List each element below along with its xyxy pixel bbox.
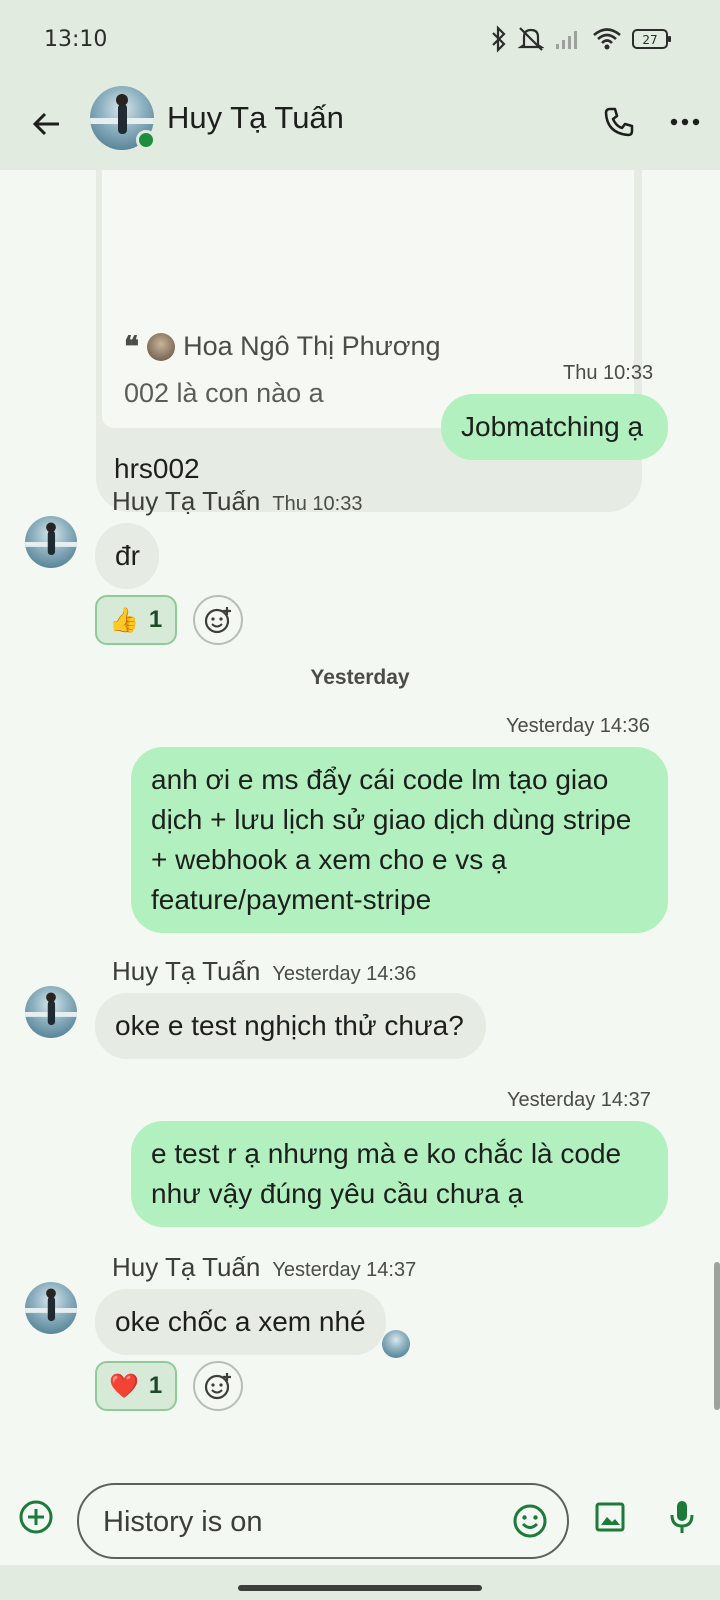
image-button[interactable] bbox=[588, 1495, 632, 1539]
sender-header: Huy Tạ Tuấn Yesterday 14:37 bbox=[112, 1252, 416, 1283]
incoming-message[interactable]: oke e test nghịch thử chưa? bbox=[95, 993, 486, 1059]
arrow-back-icon bbox=[32, 112, 59, 136]
message-timestamp: Yesterday 14:37 bbox=[272, 1259, 417, 1281]
heart-icon: ❤️ bbox=[109, 1372, 139, 1400]
quoted-message[interactable]: ❝ Hoa Ngô Thị Phương 002 là con nào a bbox=[102, 170, 634, 428]
message-text: đr bbox=[115, 540, 140, 571]
svg-text:27: 27 bbox=[642, 33, 657, 47]
wifi-icon bbox=[593, 28, 621, 50]
quoted-text: 002 là con nào a bbox=[124, 378, 324, 408]
message-input-container[interactable] bbox=[77, 1483, 569, 1559]
sender-name: Huy Tạ Tuấn bbox=[112, 1252, 261, 1282]
incoming-message[interactable]: đr bbox=[95, 523, 159, 589]
quoted-author: ❝ Hoa Ngô Thị Phương bbox=[124, 330, 441, 363]
message-timestamp: Thu 10:33 bbox=[272, 493, 363, 515]
sender-avatar[interactable] bbox=[25, 1282, 77, 1334]
contact-name[interactable]: Huy Tạ Tuấn bbox=[167, 100, 344, 136]
message-text: oke e test nghịch thử chưa? bbox=[115, 1010, 464, 1041]
app-bar: Huy Tạ Tuấn bbox=[0, 80, 720, 170]
reaction-chip[interactable]: ❤️ 1 bbox=[95, 1361, 177, 1411]
message-text: anh ơi e ms đẩy cái code lm tạo giao dịc… bbox=[151, 764, 632, 915]
add-reaction-button[interactable] bbox=[193, 595, 243, 645]
outgoing-message[interactable]: Jobmatching ạ bbox=[441, 394, 668, 460]
add-circle-icon bbox=[19, 1500, 53, 1534]
message-text: e test r ạ nhưng mà e ko chắc là code nh… bbox=[151, 1138, 622, 1209]
read-receipt-avatar bbox=[382, 1330, 410, 1358]
thumbs-up-icon: 👍 bbox=[109, 606, 139, 634]
reaction-count: 1 bbox=[148, 606, 163, 633]
navigation-bar bbox=[0, 1565, 720, 1600]
quoted-author-name: Hoa Ngô Thị Phương bbox=[183, 331, 441, 361]
message-timestamp: Yesterday 14:36 bbox=[272, 963, 417, 985]
message-timestamp: Yesterday 14:36 bbox=[506, 715, 650, 737]
status-bar: 13:10 27 bbox=[0, 0, 720, 80]
more-options-button[interactable] bbox=[660, 97, 710, 147]
emoji-button[interactable] bbox=[507, 1498, 553, 1544]
mute-icon bbox=[518, 27, 544, 51]
message-input[interactable] bbox=[103, 1497, 483, 1547]
sender-avatar[interactable] bbox=[25, 986, 77, 1038]
sender-header: Huy Tạ Tuấn Yesterday 14:36 bbox=[112, 956, 416, 987]
outgoing-message[interactable]: anh ơi e ms đẩy cái code lm tạo giao dịc… bbox=[131, 747, 668, 933]
reaction-chip[interactable]: 👍 1 bbox=[95, 595, 177, 645]
quoted-author-avatar bbox=[147, 332, 176, 361]
outgoing-message[interactable]: e test r ạ nhưng mà e ko chắc là code nh… bbox=[131, 1121, 668, 1227]
message-list[interactable]: ❝ Hoa Ngô Thị Phương 002 là con nào a hr… bbox=[0, 170, 720, 1475]
message-text: Jobmatching ạ bbox=[461, 411, 644, 442]
sender-header: Huy Tạ Tuấn Thu 10:33 bbox=[112, 486, 362, 517]
incoming-message-with-quote[interactable]: ❝ Hoa Ngô Thị Phương 002 là con nào a hr… bbox=[96, 170, 642, 512]
back-button[interactable] bbox=[22, 99, 72, 149]
battery-icon: 27 bbox=[632, 29, 671, 49]
reaction-count: 1 bbox=[148, 1372, 163, 1399]
incoming-message[interactable]: oke chốc a xem nhé bbox=[95, 1289, 386, 1355]
message-timestamp: Thu 10:33 bbox=[563, 362, 654, 384]
quote-icon: ❝ bbox=[124, 330, 140, 363]
more-horiz-icon bbox=[670, 118, 700, 126]
add-emoji-icon bbox=[204, 607, 231, 634]
day-divider: Yesterday bbox=[310, 666, 410, 689]
scrollbar[interactable] bbox=[714, 1262, 720, 1410]
sender-name: Huy Tạ Tuấn bbox=[112, 956, 261, 986]
microphone-icon bbox=[670, 1501, 694, 1533]
message-text: oke chốc a xem nhé bbox=[115, 1306, 366, 1337]
add-reaction-button[interactable] bbox=[193, 1361, 243, 1411]
sender-avatar[interactable] bbox=[25, 516, 77, 568]
bluetooth-icon bbox=[492, 25, 506, 53]
sender-name: Huy Tạ Tuấn bbox=[112, 486, 261, 516]
online-status-indicator bbox=[136, 130, 156, 150]
status-icons: 27 bbox=[490, 25, 672, 53]
signal-icon bbox=[556, 31, 577, 49]
image-icon bbox=[595, 1502, 625, 1532]
emoji-icon bbox=[513, 1504, 547, 1538]
home-indicator[interactable] bbox=[238, 1585, 482, 1591]
message-text: hrs002 bbox=[114, 453, 200, 484]
microphone-button[interactable] bbox=[660, 1495, 704, 1539]
add-attachment-button[interactable] bbox=[14, 1495, 58, 1539]
phone-icon bbox=[604, 107, 634, 137]
call-button[interactable] bbox=[594, 97, 644, 147]
add-emoji-icon bbox=[204, 1373, 231, 1400]
message-composer bbox=[0, 1475, 720, 1565]
message-timestamp: Yesterday 14:37 bbox=[507, 1089, 651, 1111]
status-time: 13:10 bbox=[44, 27, 108, 52]
